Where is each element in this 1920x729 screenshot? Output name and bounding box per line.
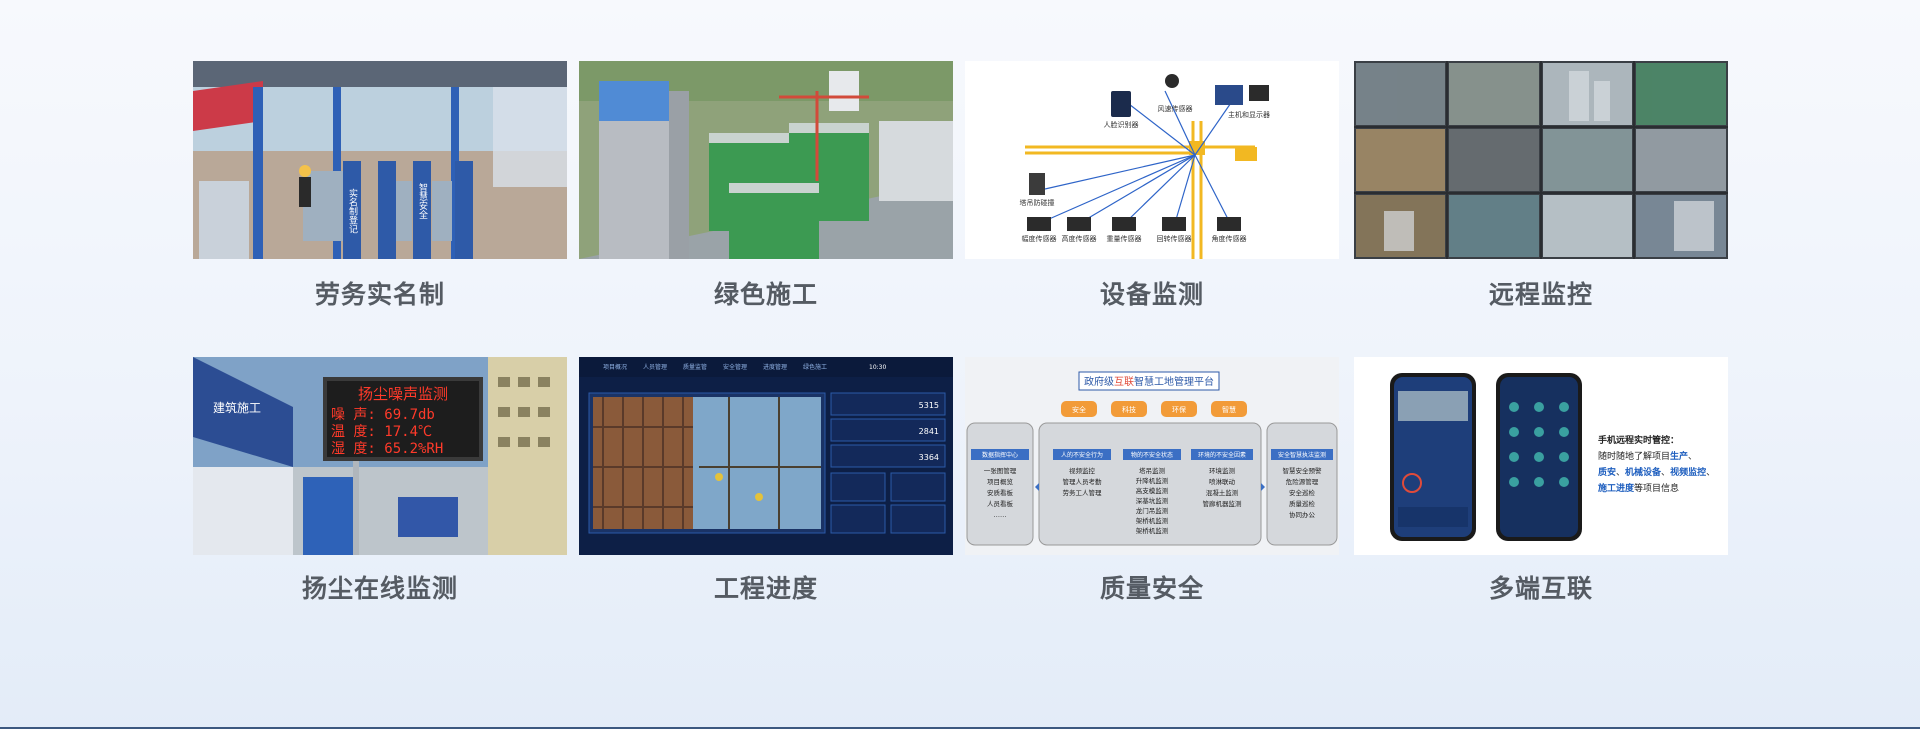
led-row: 噪 声: 69.7db [331, 407, 435, 423]
section-title: 安全智慧执法监测 [1278, 451, 1326, 459]
section-item: 高支模监测 [1136, 486, 1169, 495]
surveillance-grid-image [1354, 61, 1728, 259]
feature-card-labor[interactable]: 实名制登记 智慧安全 劳务实名制 [193, 61, 567, 309]
section-item: 视频监控 [1069, 466, 1096, 475]
dashboard-clock: 10:30 [869, 364, 886, 371]
quality-safety-diagram: 政府级互联智慧工地管理平台 安全 科技 环保 智慧 数据指挥中心 人的不安全行为… [965, 357, 1339, 555]
section-item: 龙门吊监测 [1136, 506, 1169, 515]
section-item: 深基坑监测 [1136, 496, 1169, 505]
feature-title: 劳务实名制 [314, 280, 445, 309]
section-item: 智慧安全预警 [1283, 466, 1323, 475]
section-item: 升降机监测 [1136, 476, 1169, 485]
section-item: …… [994, 511, 1007, 519]
feature-title: 设备监测 [1099, 280, 1204, 309]
section-title: 人的不安全行为 [1061, 451, 1103, 459]
section-item: 人员看板 [987, 499, 1014, 508]
section-item: 架桥机监测 [1136, 526, 1169, 535]
labor-gate-image: 实名制登记 智慧安全 [193, 61, 567, 259]
mobile-text-line2: 质安、机械设备、视频监控、 [1598, 466, 1715, 478]
sensor-label: 塔吊防碰撞 [1020, 198, 1055, 207]
dashboard-tab: 质量监管 [683, 363, 707, 371]
sensor-label: 幅度传感器 [1022, 234, 1057, 243]
equipment-diagram: 人脸识别器 风速传感器 主机和显示器 塔吊防碰撞 幅度传感器 高度传感器 重量传… [965, 61, 1339, 259]
led-row: 温 度: 17.4℃ [331, 424, 432, 440]
banner-text: 建筑施工 [213, 400, 261, 415]
gate-sign-text: 实名制登记 [347, 187, 358, 233]
section-item: 喷淋联动 [1209, 477, 1236, 486]
sensor-label: 主机和显示器 [1228, 110, 1270, 119]
section-item: 质量巡检 [1289, 499, 1316, 508]
feature-title: 质量安全 [1099, 574, 1204, 603]
gate-sign-text-2: 智慧安全 [417, 182, 428, 219]
section-item: 一张图管理 [984, 466, 1017, 475]
section-title: 物的不安全状态 [1131, 451, 1173, 459]
section-item: 管廊机器监测 [1203, 499, 1243, 508]
led-row: 湿 度: 65.2%RH [331, 441, 443, 457]
section-item: 混凝土监测 [1206, 488, 1239, 497]
feature-card-multiterminal[interactable]: 手机远程实时管控： 随时随地了解项目生产、 质安、机械设备、视频监控、 施工进度… [1354, 357, 1728, 603]
platform-header: 政府级互联智慧工地管理平台 [1084, 375, 1214, 388]
feature-card-quality[interactable]: 政府级互联智慧工地管理平台 安全 科技 环保 智慧 数据指挥中心 人的不安全行为… [965, 357, 1339, 603]
progress-dashboard-image: 项目概况 人员管理 质量监管 安全管理 进度管理 绿色施工 10:30 5315… [579, 357, 953, 555]
dust-monitor-image: 建筑施工 扬尘噪声监测 噪 声: 69.7db 温 度: 17.4℃ 湿 度: … [193, 357, 567, 555]
value-chip: 安全 [1072, 405, 1086, 414]
feature-card-green[interactable]: 绿色施工 [579, 61, 953, 309]
section-item: 环境监测 [1209, 466, 1236, 475]
dashboard-stat: 3364 [919, 453, 939, 462]
dashboard-tab: 进度管理 [763, 363, 787, 371]
section-item: 塔吊监测 [1139, 466, 1166, 475]
mobile-text-line3: 施工进度等项目信息 [1598, 482, 1679, 494]
green-construction-image [579, 61, 953, 259]
sensor-label: 风速传感器 [1158, 104, 1193, 113]
section-item: 安全巡检 [1289, 488, 1316, 497]
dashboard-tab: 绿色施工 [803, 363, 827, 371]
sensor-label: 回转传感器 [1157, 234, 1192, 243]
section-title: 数据指挥中心 [982, 451, 1018, 459]
section-item: 协同办公 [1289, 510, 1316, 519]
dashboard-stat: 2841 [919, 427, 939, 436]
dashboard-tab: 安全管理 [723, 363, 747, 371]
section-item: 项目概览 [987, 477, 1014, 486]
dashboard-tab: 人员管理 [643, 363, 667, 371]
sensor-label: 人脸识别器 [1104, 120, 1139, 129]
feature-card-remote[interactable]: 远程监控 [1354, 61, 1728, 309]
feature-card-progress[interactable]: 项目概况 人员管理 质量监管 安全管理 进度管理 绿色施工 10:30 5315… [579, 357, 953, 603]
dashboard-stat: 5315 [919, 401, 939, 410]
section-item: 架桥机监测 [1136, 516, 1169, 525]
sensor-label: 重量传感器 [1107, 234, 1142, 243]
section-item: 管理人员考勤 [1063, 477, 1103, 486]
section-item: 安质看板 [987, 488, 1014, 497]
value-chip: 智慧 [1222, 405, 1236, 414]
sensor-label: 角度传感器 [1212, 234, 1247, 243]
value-chip: 科技 [1122, 405, 1136, 414]
section-title: 环境的不安全因素 [1198, 451, 1246, 459]
dashboard-tab: 项目概况 [603, 363, 627, 371]
feature-card-equipment[interactable]: 人脸识别器 风速传感器 主机和显示器 塔吊防碰撞 幅度传感器 高度传感器 重量传… [965, 61, 1339, 309]
led-title: 扬尘噪声监测 [358, 385, 448, 403]
feature-title: 多端互联 [1488, 574, 1593, 603]
mobile-text-title: 手机远程实时管控： [1598, 434, 1679, 446]
sensor-label: 高度传感器 [1062, 234, 1097, 243]
value-chip: 环保 [1172, 405, 1186, 414]
feature-card-dust[interactable]: 建筑施工 扬尘噪声监测 噪 声: 69.7db 温 度: 17.4℃ 湿 度: … [193, 357, 567, 603]
mobile-text-line1: 随时随地了解项目生产、 [1598, 450, 1697, 462]
section-item: 危险源管理 [1286, 477, 1319, 486]
section-item: 劳务工人管理 [1063, 488, 1103, 497]
feature-title: 绿色施工 [713, 280, 818, 309]
feature-title: 扬尘在线监测 [301, 574, 458, 603]
feature-title: 工程进度 [713, 574, 818, 603]
feature-title: 远程监控 [1488, 280, 1593, 309]
mobile-app-image: 手机远程实时管控： 随时随地了解项目生产、 质安、机械设备、视频监控、 施工进度… [1354, 357, 1728, 555]
